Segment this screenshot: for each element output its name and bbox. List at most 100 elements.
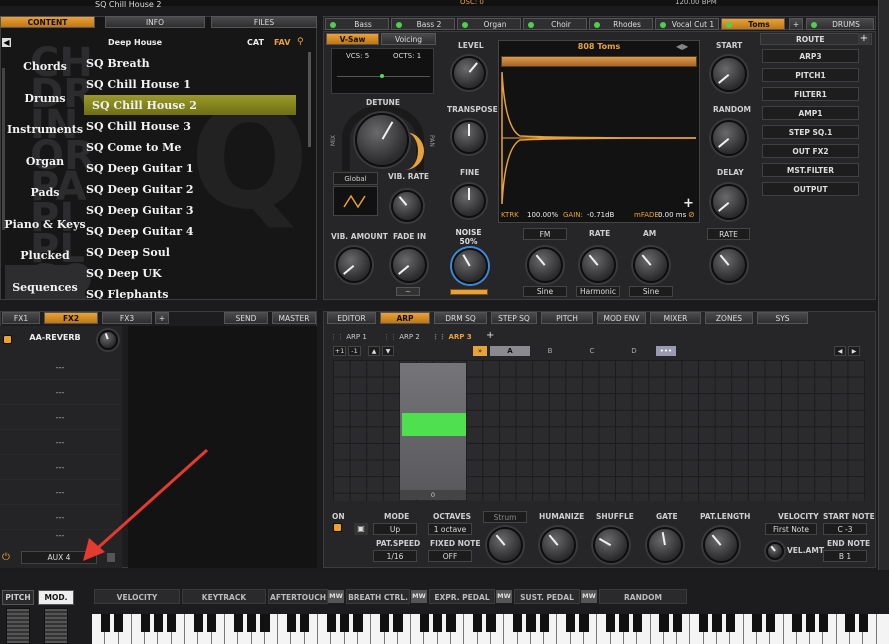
mod-slot-keytrack[interactable]: KEYTRACK: [182, 589, 266, 604]
layer-tab-vocal-cut-1[interactable]: Vocal Cut 1: [655, 18, 719, 30]
route-item-step-sq[interactable]: STEP SQ.1: [762, 125, 859, 139]
route-item-arp3[interactable]: ARP3: [762, 49, 859, 63]
humanize-knob[interactable]: [540, 527, 576, 563]
mw-badge[interactable]: MW: [411, 590, 427, 603]
fx-slot-reverb[interactable]: AA-REVERB: [0, 333, 110, 342]
arp-on-led[interactable]: [333, 523, 342, 532]
voicing-dot[interactable]: [380, 74, 384, 78]
black-key[interactable]: [752, 614, 762, 632]
tab-voicing[interactable]: Voicing: [381, 33, 436, 45]
black-key[interactable]: [526, 614, 536, 632]
power-icon[interactable]: ⏻: [2, 552, 10, 563]
pattern-c[interactable]: C: [572, 346, 612, 356]
octave-up-button[interactable]: +1: [333, 346, 346, 356]
shift-up-icon[interactable]: ▲: [368, 346, 380, 356]
mw-badge[interactable]: MW: [496, 590, 512, 603]
category-chords[interactable]: Chords: [0, 60, 90, 73]
preset-item[interactable]: SQ Deep Guitar 2: [86, 183, 193, 196]
category-sequences[interactable]: Sequences: [0, 281, 90, 294]
black-key[interactable]: [340, 614, 350, 632]
black-key[interactable]: [246, 614, 257, 632]
route-item-mst-filter[interactable]: MST.FILTER: [762, 163, 859, 177]
cat-toggle[interactable]: CAT: [247, 38, 264, 47]
route-add-button[interactable]: +: [858, 33, 870, 45]
mod-wheel[interactable]: [44, 608, 68, 644]
black-key[interactable]: [167, 614, 177, 632]
fx-slot-empty[interactable]: ---: [0, 381, 120, 405]
strum-toggle[interactable]: Strum: [483, 511, 527, 523]
route-item-filter1[interactable]: FILTER1: [762, 87, 859, 101]
black-key[interactable]: [672, 614, 682, 632]
tab-zones[interactable]: ZONES: [705, 312, 753, 324]
more-patterns-button[interactable]: •••: [656, 346, 676, 356]
black-key[interactable]: [393, 614, 403, 632]
black-key[interactable]: [566, 614, 576, 632]
lock-icon[interactable]: ▣: [354, 523, 368, 535]
black-key[interactable]: [805, 614, 815, 632]
preset-item[interactable]: SQ Deep Soul: [86, 246, 170, 259]
black-key[interactable]: [446, 614, 456, 632]
black-key[interactable]: [845, 614, 855, 632]
pitch-wheel[interactable]: [6, 608, 30, 644]
category-drums[interactable]: Drums: [0, 92, 90, 105]
preset-item[interactable]: SQ Breath: [86, 57, 150, 70]
preset-item-selected[interactable]: SQ Chill House 2: [92, 99, 197, 112]
rate-button[interactable]: RATE: [707, 228, 750, 240]
layer-tab-choir[interactable]: Choir: [523, 18, 587, 30]
tab-files[interactable]: FILES: [211, 16, 317, 28]
black-key[interactable]: [193, 614, 204, 632]
tab-arp[interactable]: ARP: [380, 312, 430, 324]
black-key[interactable]: [512, 614, 523, 632]
fav-toggle[interactable]: FAV: [274, 38, 290, 47]
gain-value[interactable]: -0.71dB: [587, 211, 614, 219]
fx-slot-empty[interactable]: ---: [0, 406, 120, 430]
tab-content[interactable]: CONTENT: [0, 16, 95, 28]
arp-tab-3[interactable]: ⋮⋮ ARP 3: [432, 332, 482, 343]
preset-scrollbar[interactable]: [308, 52, 311, 147]
strum-knob[interactable]: [487, 527, 523, 563]
pattern-a[interactable]: A: [490, 346, 530, 356]
mw-badge[interactable]: MW: [328, 590, 344, 603]
mod-slot-sust-pedal[interactable]: SUST. PEDAL: [514, 589, 580, 604]
preset-item[interactable]: SQ Deep UK: [86, 267, 162, 280]
category-pads[interactable]: Pads: [0, 186, 90, 199]
preset-item[interactable]: SQ Deep Guitar 4: [86, 225, 193, 238]
black-key[interactable]: [765, 614, 775, 632]
end-note-select[interactable]: B 1: [823, 550, 867, 562]
black-key[interactable]: [300, 614, 310, 632]
layer-tab-toms[interactable]: Toms: [721, 18, 785, 30]
noise-knob[interactable]: [452, 248, 488, 284]
am-wave-select[interactable]: Sine: [629, 286, 673, 297]
shuffle-knob[interactable]: [593, 527, 629, 563]
black-key[interactable]: [858, 614, 869, 632]
back-arrow-icon[interactable]: ◀: [2, 38, 11, 47]
fm-knob[interactable]: [527, 247, 563, 283]
drums-tab[interactable]: DRUMS: [806, 18, 874, 30]
arp-note-step[interactable]: [402, 413, 466, 436]
scroll-left-icon[interactable]: ◀: [834, 346, 846, 356]
piano-keyboard[interactable]: [92, 614, 889, 644]
vib-rate-knob[interactable]: [391, 190, 423, 222]
fx-slot-empty[interactable]: ---: [0, 356, 120, 380]
preset-item[interactable]: SQ Chill House 1: [86, 78, 191, 91]
mod-slot-aftertouch[interactable]: AFTERTOUCH: [268, 589, 328, 604]
reverb-mix-knob[interactable]: [98, 330, 118, 350]
black-key[interactable]: [207, 614, 217, 632]
tab-fx2[interactable]: FX2: [44, 312, 98, 324]
octaves-select[interactable]: 1 octave: [428, 523, 472, 535]
gate-knob[interactable]: [647, 527, 683, 563]
layer-tab-bass-2[interactable]: Bass 2: [391, 18, 455, 30]
chain-icon[interactable]: »: [473, 346, 487, 356]
black-key[interactable]: [233, 614, 243, 632]
tab-mixer[interactable]: MIXER: [650, 312, 701, 324]
lfo-mode-select[interactable]: Global: [333, 172, 378, 185]
black-key[interactable]: [606, 614, 616, 632]
tab-mod-env[interactable]: MOD ENV: [597, 312, 646, 324]
black-key[interactable]: [486, 614, 496, 632]
pat-speed-select[interactable]: 1/16: [373, 550, 417, 562]
velocity-select[interactable]: First Note: [765, 523, 817, 535]
black-key[interactable]: [792, 614, 802, 632]
black-key[interactable]: [153, 614, 164, 632]
category-instruments[interactable]: Instruments: [0, 123, 90, 136]
pattern-b[interactable]: B: [530, 346, 570, 356]
